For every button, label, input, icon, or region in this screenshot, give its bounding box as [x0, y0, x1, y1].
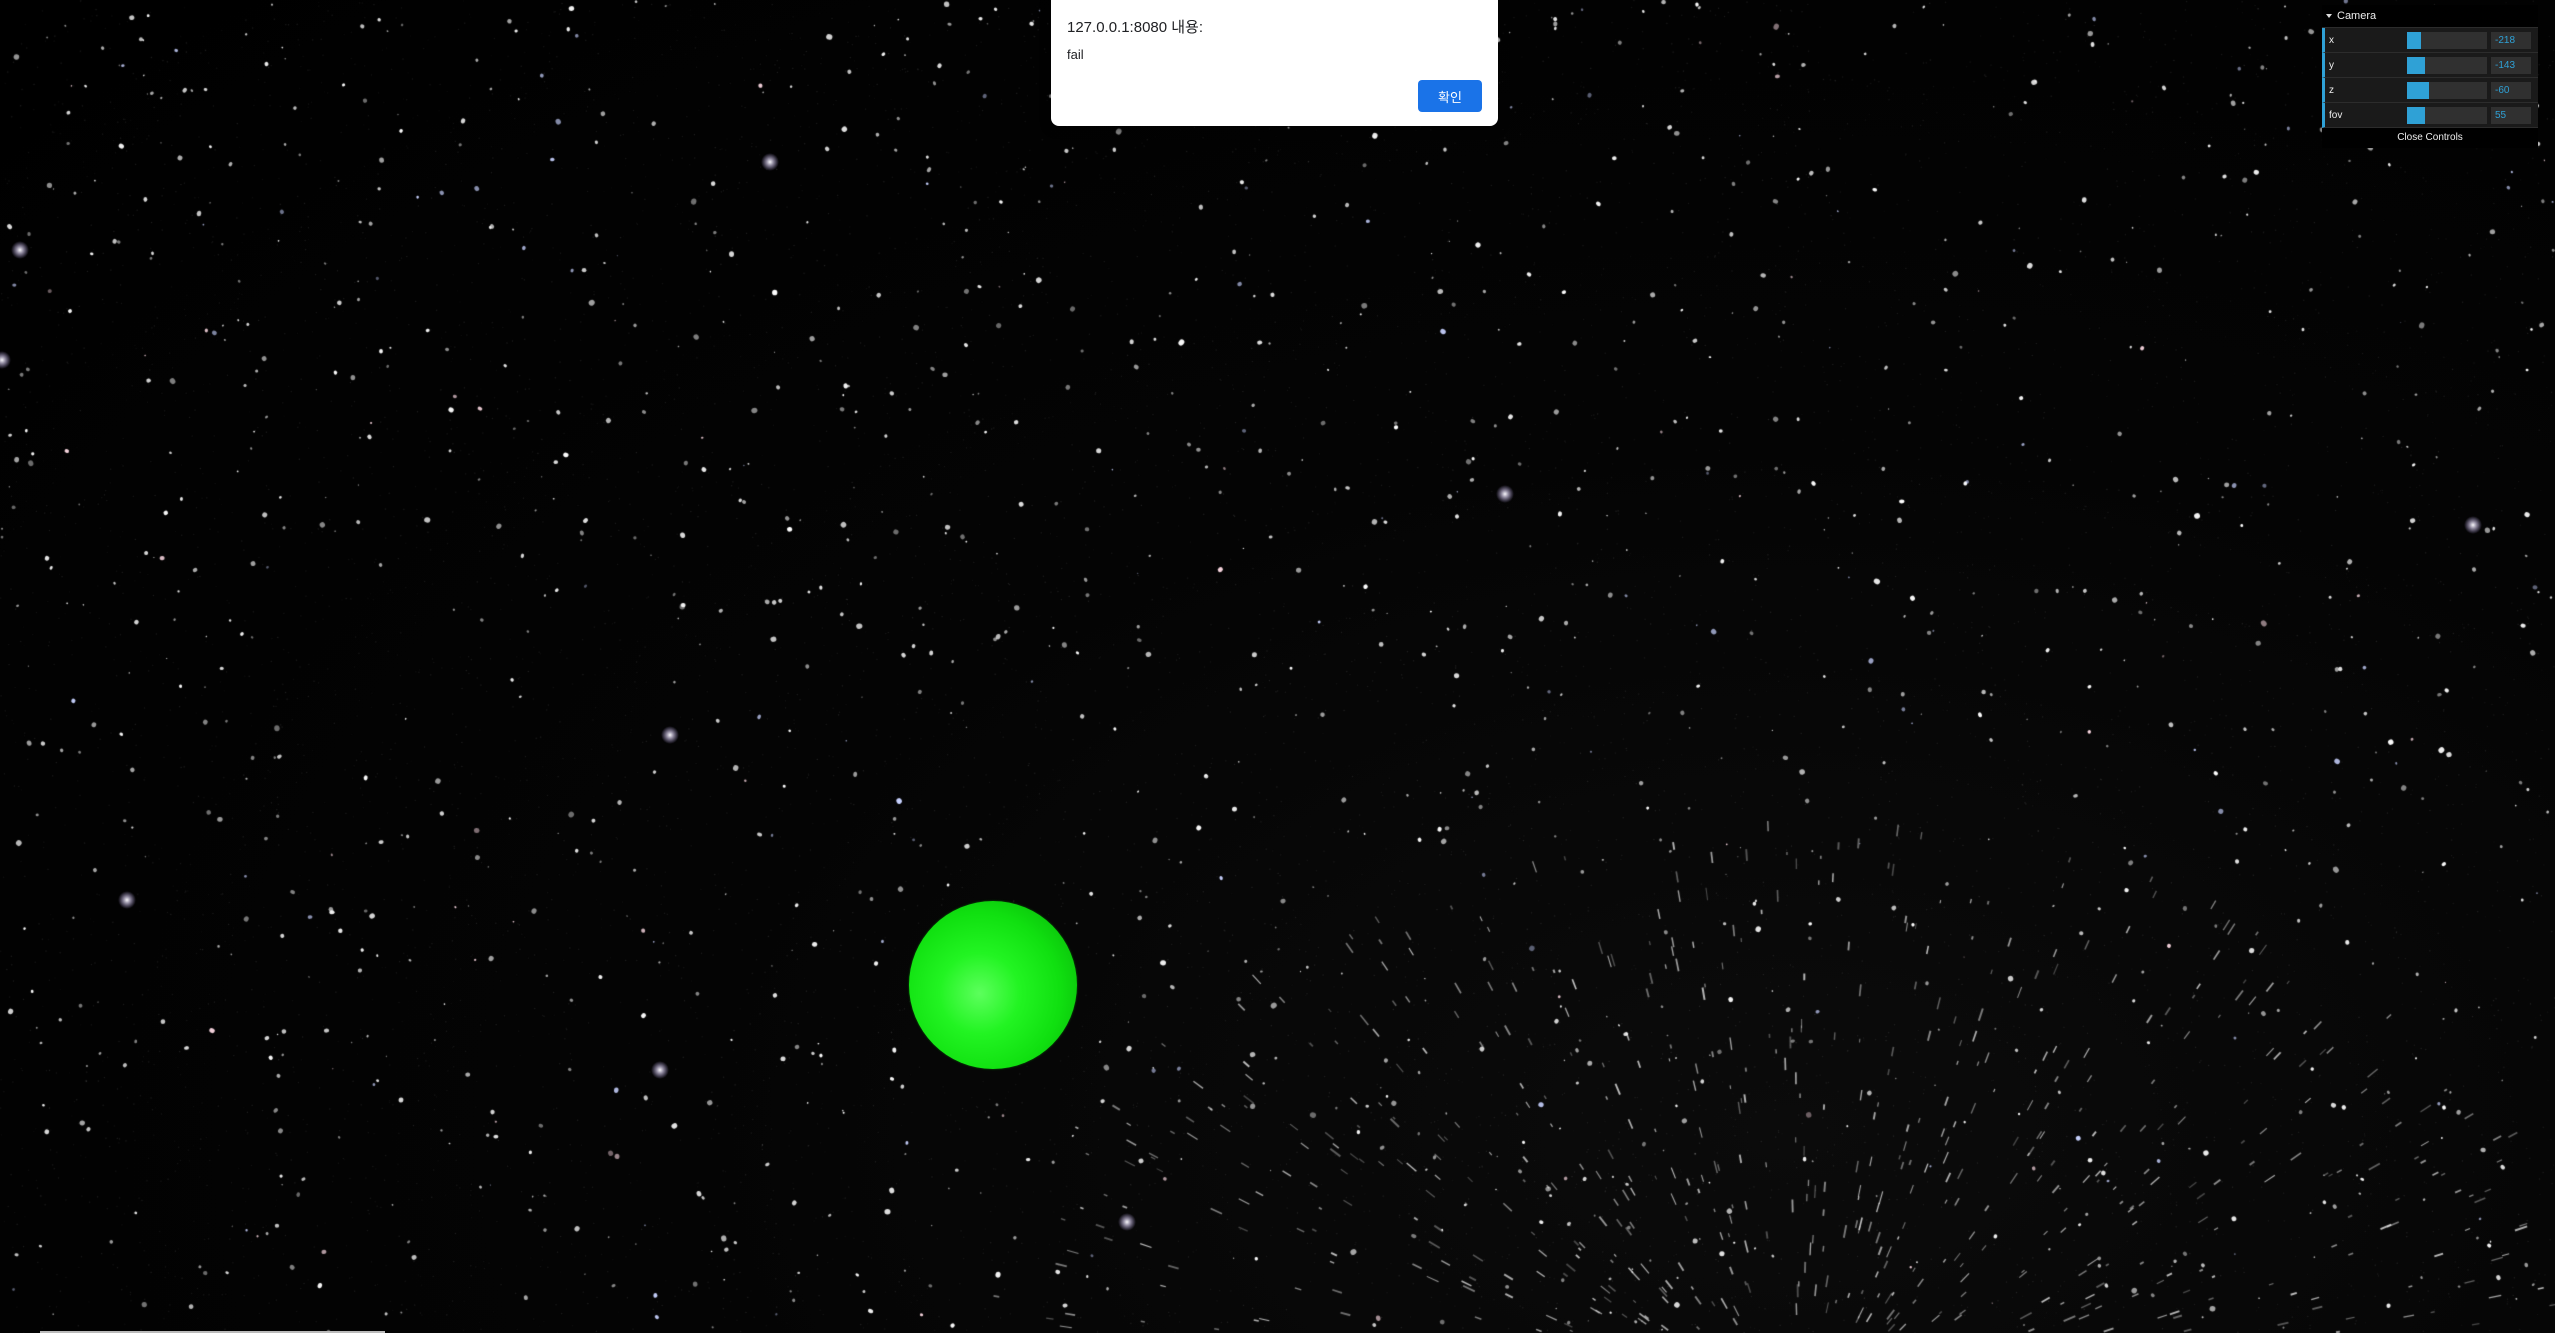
y-slider[interactable] — [2407, 56, 2487, 74]
starfield-background — [0, 0, 2555, 1333]
z-slider[interactable] — [2407, 81, 2487, 99]
close-controls-button[interactable]: Close Controls — [2322, 128, 2538, 148]
x-slider[interactable] — [2407, 31, 2487, 49]
z-value-input[interactable]: -60 — [2491, 81, 2531, 99]
control-label: y — [2329, 59, 2334, 71]
alert-ok-button[interactable]: 확인 — [1418, 80, 1482, 112]
control-label: fov — [2329, 109, 2343, 121]
webgl-scene[interactable] — [0, 0, 2555, 1333]
control-label: z — [2329, 84, 2334, 96]
slider-fill — [2407, 81, 2430, 99]
control-row-fov: fov 55 — [2322, 103, 2538, 128]
slider-fill — [2407, 106, 2426, 124]
camera-controls-panel: Camera x -218 y -143 z -60 fov 55 Close … — [2322, 5, 2538, 148]
alert-title: 127.0.0.1:8080 내용: — [1067, 19, 1204, 36]
control-row-y: y -143 — [2322, 53, 2538, 78]
x-value-input[interactable]: -218 — [2491, 31, 2531, 49]
green-sphere — [909, 901, 1077, 1069]
control-label: x — [2329, 34, 2334, 46]
folder-label: Camera — [2337, 10, 2377, 22]
y-value-input[interactable]: -143 — [2491, 56, 2531, 74]
slider-fill — [2407, 31, 2422, 49]
control-row-x: x -218 — [2322, 28, 2538, 53]
fov-slider[interactable] — [2407, 106, 2487, 124]
alert-message: fail — [1067, 47, 1084, 62]
fov-value-input[interactable]: 55 — [2491, 106, 2531, 124]
control-row-z: z -60 — [2322, 78, 2538, 103]
slider-fill — [2407, 56, 2426, 74]
camera-folder-title[interactable]: Camera — [2322, 5, 2538, 28]
caret-down-icon — [2326, 14, 2332, 18]
alert-dialog: 127.0.0.1:8080 내용: fail 확인 — [1051, 0, 1498, 126]
